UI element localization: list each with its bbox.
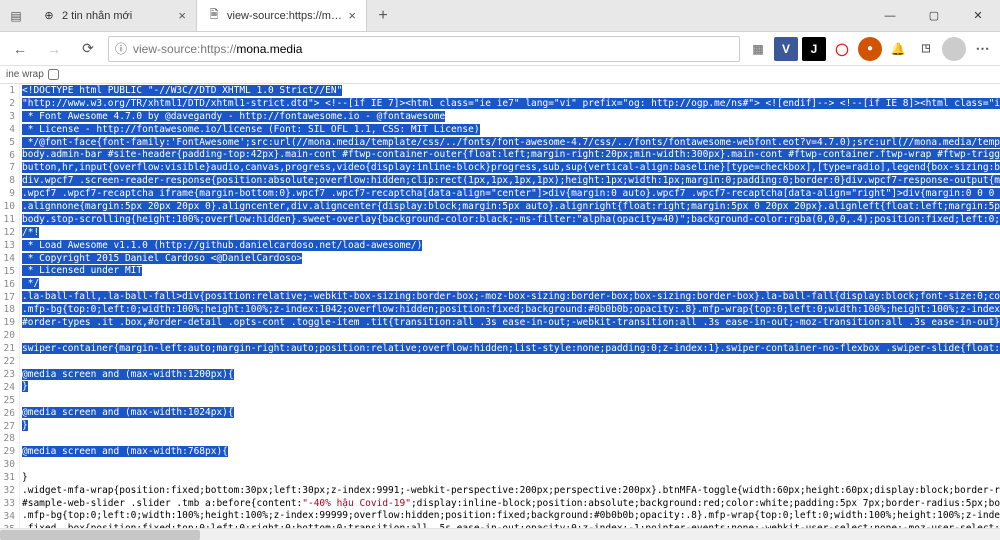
window-minimize-button[interactable]: — (868, 0, 912, 31)
source-line[interactable]: <!DOCTYPE html PUBLIC "-//W3C//DTD XHTML… (22, 85, 1000, 98)
linewrap-bar: ine wrap (0, 66, 1000, 84)
source-line[interactable]: * Load Awesome v1.1.0 (http://github.dan… (22, 240, 1000, 253)
site-info-icon[interactable]: ⓘ (115, 40, 127, 57)
ext-v-icon[interactable]: V (774, 37, 798, 61)
source-line[interactable]: body.stop-scrolling{height:100%;overflow… (22, 214, 1000, 227)
address-bar[interactable]: ⓘ view-source:https://mona.media (108, 36, 740, 62)
tab-2-title: view-source:https://mona.media (227, 10, 342, 22)
source-line[interactable]: */@font-face{font-family:'FontAwesome';s… (22, 137, 1000, 150)
source-line[interactable] (22, 356, 1000, 369)
menu-more-icon[interactable]: ⋯ (970, 37, 994, 61)
source-line[interactable]: .mfp-bg{top:0;left:0;width:100%;height:1… (22, 510, 1000, 523)
tab-1-favicon-icon: ⊕ (42, 9, 56, 23)
titlebar: ▤ ⊕ 2 tin nhắn mới × 🗎 view-source:https… (0, 0, 1000, 32)
toolbar-extensions: ▦ V J ◯ ● 🔔 ◳ ⋯ (746, 37, 994, 61)
source-line[interactable]: } (22, 381, 1000, 394)
source-line[interactable]: .mfp-bg{top:0;left:0;width:100%;height:1… (22, 304, 1000, 317)
nav-forward-button[interactable]: → (40, 35, 68, 63)
toolbar: ← → ⟳ ⓘ view-source:https://mona.media ▦… (0, 32, 1000, 66)
nav-reload-button[interactable]: ⟳ (74, 35, 102, 63)
tab-2-close-icon[interactable]: × (348, 8, 356, 23)
source-line[interactable]: #sample-web-slider .slider .tmb a:before… (22, 498, 1000, 511)
tab-1-title: 2 tin nhắn mới (62, 10, 172, 22)
linewrap-label: ine wrap (6, 69, 44, 80)
source-line[interactable]: * License - http://fontawesome.io/licens… (22, 124, 1000, 137)
ext-bell-icon[interactable]: 🔔 (886, 37, 910, 61)
new-tab-button[interactable]: + (367, 0, 399, 31)
tab-strip: ⊕ 2 tin nhắn mới × 🗎 view-source:https:/… (32, 0, 399, 31)
source-line[interactable]: @media screen and (max-width:1024px){ (22, 407, 1000, 420)
horizontal-scrollbar-thumb[interactable] (0, 530, 200, 540)
source-line[interactable]: .la-ball-fall,.la-ball-fall>div{position… (22, 291, 1000, 304)
source-view: 1234567891011121314151617181920212223242… (0, 84, 1000, 528)
horizontal-scrollbar[interactable] (0, 528, 1000, 540)
tab-2-favicon-icon: 🗎 (207, 9, 221, 23)
source-line[interactable]: } (22, 472, 1000, 485)
nav-back-button[interactable]: ← (6, 35, 34, 63)
source-line[interactable] (22, 330, 1000, 343)
source-line[interactable] (22, 459, 1000, 472)
source-line[interactable]: #order-types .it .box,#order-detail .opt… (22, 317, 1000, 330)
source-line[interactable]: * Font Awesome 4.7.0 by @davegandy - htt… (22, 111, 1000, 124)
line-gutter: 1234567891011121314151617181920212223242… (0, 84, 20, 528)
ext-gray-icon[interactable]: ▦ (746, 37, 770, 61)
source-line[interactable]: .widget-mfa-wrap{position:fixed;bottom:3… (22, 485, 1000, 498)
source-line[interactable]: * Copyright 2015 Daniel Cardoso <@Daniel… (22, 253, 1000, 266)
tab-1-close-icon[interactable]: × (178, 8, 186, 23)
ext-red-icon[interactable]: ◯ (830, 37, 854, 61)
linewrap-checkbox[interactable] (48, 69, 59, 80)
window-controls: — ▢ ✕ (868, 0, 1000, 31)
source-line[interactable]: div.wpcf7 .screen-reader-response{positi… (22, 175, 1000, 188)
source-line[interactable]: .wpcf7 .wpcf7-recaptcha iframe{margin-bo… (22, 188, 1000, 201)
source-line[interactable]: button,hr,input{overflow:visible}audio,c… (22, 162, 1000, 175)
source-line[interactable]: } (22, 420, 1000, 433)
sidebar-toggle-icon[interactable]: ▤ (0, 0, 32, 31)
source-line[interactable]: body.admin-bar #site-header{padding-top:… (22, 149, 1000, 162)
source-line[interactable]: */ (22, 278, 1000, 291)
source-line[interactable]: .alignnone{margin:5px 20px 20px 0}.align… (22, 201, 1000, 214)
source-line[interactable]: /*! (22, 227, 1000, 240)
source-code[interactable]: <!DOCTYPE html PUBLIC "-//W3C//DTD XHTML… (20, 84, 1000, 528)
tab-1[interactable]: ⊕ 2 tin nhắn mới × (32, 0, 197, 31)
avatar-icon[interactable] (942, 37, 966, 61)
url-text: view-source:https://mona.media (133, 42, 302, 56)
source-line[interactable] (22, 394, 1000, 407)
ext-orange-icon[interactable]: ● (858, 37, 882, 61)
ext-grid-icon[interactable]: ◳ (914, 37, 938, 61)
ext-j-icon[interactable]: J (802, 37, 826, 61)
source-line[interactable]: "http://www.w3.org/TR/xhtml1/DTD/xhtml1-… (22, 98, 1000, 111)
window-close-button[interactable]: ✕ (956, 0, 1000, 31)
source-line[interactable]: swiper-container{margin-left:auto;margin… (22, 343, 1000, 356)
window-maximize-button[interactable]: ▢ (912, 0, 956, 31)
tab-2[interactable]: 🗎 view-source:https://mona.media × (197, 0, 367, 31)
source-line[interactable]: @media screen and (max-width:1200px){ (22, 369, 1000, 382)
source-line[interactable] (22, 433, 1000, 446)
source-line[interactable]: @media screen and (max-width:768px){ (22, 446, 1000, 459)
source-line[interactable]: * Licensed under MIT (22, 265, 1000, 278)
